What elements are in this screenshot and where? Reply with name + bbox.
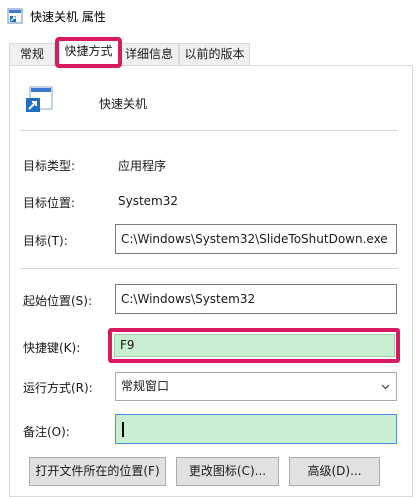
run-label: 运行方式(R):	[23, 381, 93, 395]
separator	[20, 130, 398, 131]
advanced-button[interactable]: 高级(D)...	[289, 457, 380, 486]
chevron-down-icon[interactable]	[381, 382, 390, 391]
tab-details[interactable]: 详细信息	[119, 43, 179, 66]
tab-previous-versions[interactable]: 以前的版本	[179, 43, 250, 66]
open-file-location-button[interactable]: 打开文件所在的位置(F)	[29, 457, 166, 486]
target-location-label: 目标位置:	[23, 196, 76, 210]
shortcut-file-icon	[26, 86, 53, 112]
target-label: 目标(T):	[23, 234, 68, 248]
shortcut-properties-icon	[7, 8, 23, 24]
comment-label: 备注(O):	[23, 425, 70, 439]
title-bar: 快速关机 属性	[0, 0, 417, 31]
comment-field[interactable]	[115, 414, 397, 444]
tab-general[interactable]: 常规	[9, 43, 55, 66]
hotkey-field[interactable]: F9	[114, 334, 395, 357]
start-in-label: 起始位置(S):	[23, 294, 93, 308]
separator	[20, 268, 398, 269]
run-select-value: 常规窗口	[121, 379, 170, 393]
target-field[interactable]: C:\Windows\System32\SlideToShutDown.exe	[115, 224, 397, 254]
hotkey-label: 快捷键(K):	[23, 341, 81, 355]
tab-shortcut[interactable]: 快捷方式	[58, 40, 119, 67]
text-caret	[122, 422, 124, 437]
target-type-value: 应用程序	[118, 159, 167, 173]
window-title: 快速关机 属性	[30, 10, 106, 24]
shortcut-name: 快速关机	[99, 97, 148, 111]
target-type-label: 目标类型:	[23, 159, 76, 173]
start-in-field[interactable]: C:\Windows\System32	[115, 284, 397, 314]
change-icon-button[interactable]: 更改图标(C)...	[176, 457, 279, 486]
run-select[interactable]: 常规窗口	[115, 372, 397, 401]
target-location-value: System32	[118, 194, 179, 208]
tab-strip: 常规 快捷方式 详细信息 以前的版本	[0, 40, 417, 67]
